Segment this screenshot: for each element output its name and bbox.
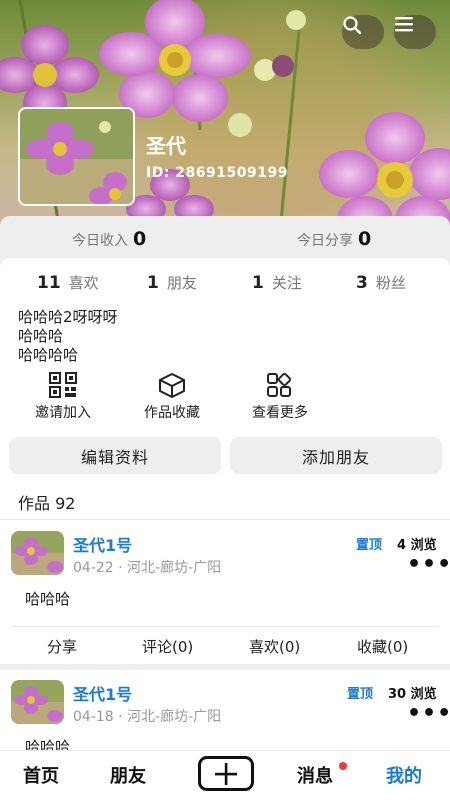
add-friend-button[interactable]: 添加朋友	[230, 437, 442, 474]
profile-header-background: 圣代 ID: 28691509199	[0, 0, 450, 232]
post-views: 4 浏览	[397, 538, 437, 553]
divider	[11, 626, 439, 627]
works-collection-label: 作品收藏	[144, 405, 200, 421]
more-options-icon[interactable]: •••	[407, 554, 450, 576]
unread-badge	[339, 762, 347, 770]
post-body: 哈哈哈	[25, 590, 71, 608]
post-separator	[0, 664, 450, 670]
plus-icon	[215, 762, 237, 785]
count-fans[interactable]: 3 粉丝	[356, 272, 406, 293]
post-favorite-button[interactable]: 收藏(0)	[357, 636, 408, 657]
today-share: 今日分享 0	[297, 228, 371, 250]
invite-join-label: 邀请加入	[35, 405, 91, 421]
avatar[interactable]	[18, 107, 135, 206]
bio-line: 哈哈哈哈	[18, 346, 79, 364]
publish-button[interactable]	[198, 756, 254, 791]
box-icon	[159, 373, 185, 398]
bio-line: 哈哈哈2呀呀呀	[18, 308, 118, 326]
avatar-image	[20, 109, 133, 204]
post-author-name[interactable]: 圣代1号	[73, 681, 132, 705]
view-more-label: 查看更多	[252, 405, 308, 421]
count-fans-value: 3	[356, 273, 368, 293]
count-likes[interactable]: 11 喜欢	[37, 272, 99, 293]
post-views: 30 浏览	[388, 687, 437, 702]
count-fans-label: 粉丝	[375, 274, 406, 292]
post-thumbnail[interactable]	[11, 680, 64, 724]
view-more-button[interactable]: 查看更多	[230, 372, 330, 422]
count-following-value: 1	[252, 273, 264, 293]
post-thumbnail[interactable]	[11, 531, 64, 575]
bio-line: 哈哈哈	[18, 327, 64, 345]
user-id: ID: 28691509199	[146, 165, 288, 181]
nav-friends[interactable]: 朋友	[110, 762, 146, 788]
today-share-value: 0	[358, 228, 372, 250]
divider	[0, 519, 450, 520]
menu-button[interactable]	[394, 15, 436, 49]
invite-join-button[interactable]: 邀请加入	[13, 372, 113, 422]
post-share-button[interactable]: 分享	[47, 636, 77, 657]
count-friends-value: 1	[147, 273, 159, 293]
more-options-icon[interactable]: •••	[407, 703, 450, 725]
post-thumbnail-image	[11, 531, 64, 575]
count-following-label: 关注	[271, 274, 302, 292]
post-thumbnail-image	[11, 680, 64, 724]
search-button[interactable]	[342, 15, 384, 49]
nav-me[interactable]: 我的	[386, 762, 422, 788]
count-friends-label: 朋友	[166, 274, 197, 292]
pinned-badge: 置顶	[356, 538, 383, 553]
search-icon	[343, 16, 362, 35]
count-likes-label: 喜欢	[68, 274, 99, 292]
grid-more-icon	[267, 372, 292, 397]
qr-code-icon	[49, 372, 77, 398]
pinned-badge: 置顶	[347, 687, 374, 702]
today-income: 今日收入 0	[72, 228, 146, 250]
count-following[interactable]: 1 关注	[252, 272, 302, 293]
works-collection-button[interactable]: 作品收藏	[122, 372, 222, 422]
today-share-label: 今日分享	[297, 233, 353, 249]
nav-messages[interactable]: 消息	[297, 762, 333, 788]
post-meta: 04-18 · 河北-廊坊-广阳	[73, 709, 222, 725]
works-count-title: 作品 92	[18, 494, 76, 513]
post-comment-button[interactable]: 评论(0)	[142, 636, 193, 657]
count-likes-value: 11	[37, 273, 61, 293]
hamburger-menu-icon	[395, 17, 413, 32]
today-income-label: 今日收入	[72, 233, 128, 249]
post-like-button[interactable]: 喜欢(0)	[249, 636, 300, 657]
post-meta: 04-22 · 河北-廊坊-广阳	[73, 560, 222, 576]
edit-profile-button[interactable]: 编辑资料	[9, 437, 221, 474]
post-author-name[interactable]: 圣代1号	[73, 532, 132, 556]
user-name: 圣代	[146, 134, 186, 158]
nav-home[interactable]: 首页	[23, 762, 59, 788]
today-income-value: 0	[133, 228, 147, 250]
count-friends[interactable]: 1 朋友	[147, 272, 197, 293]
